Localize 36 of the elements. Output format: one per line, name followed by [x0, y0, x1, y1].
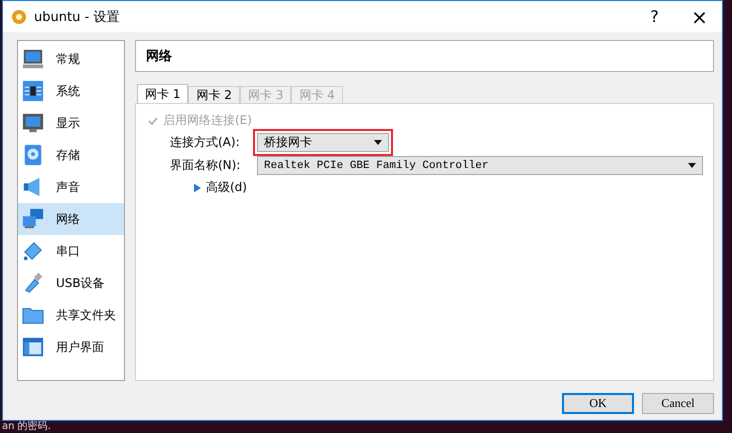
field-label: 界面名称(N):	[170, 157, 242, 174]
caret-icon	[374, 140, 382, 145]
sidebar-item[interactable]: 声音	[18, 171, 124, 203]
sidebar-item[interactable]: 常规	[18, 43, 124, 75]
tab[interactable]: 网卡 2	[188, 86, 240, 103]
close-button[interactable]: ×	[677, 1, 722, 32]
ok-button[interactable]: OK	[562, 393, 634, 414]
section-header: 网络	[135, 40, 714, 72]
sidebar-item[interactable]: 显示	[18, 107, 124, 139]
monitor-icon	[22, 48, 44, 70]
triangle-icon	[194, 182, 201, 192]
sidebar-item[interactable]: 共享文件夹	[18, 299, 124, 331]
sidebar-item[interactable]: 网络	[18, 203, 124, 235]
window-icon	[22, 336, 44, 358]
serial-port-icon	[22, 240, 44, 262]
sidebar-item[interactable]: 存储	[18, 139, 124, 171]
cancel-button[interactable]: Cancel	[642, 393, 714, 414]
sidebar-item[interactable]: 串口	[18, 235, 124, 267]
display-icon	[22, 112, 44, 134]
help-button[interactable]: ?	[632, 1, 677, 32]
chip-icon	[22, 80, 44, 102]
advanced-toggle[interactable]: 高级(d)	[194, 179, 247, 196]
checkbox-label: 启用网络连接(E)	[163, 112, 252, 129]
network-icon	[22, 208, 44, 230]
tab[interactable]: 网卡 1	[137, 84, 188, 103]
field-label: 连接方式(A):	[170, 134, 241, 151]
terminal-text: an 的密码.	[2, 421, 51, 432]
caret-icon	[688, 163, 696, 168]
dropdown[interactable]: Realtek PCIe GBE Family Controller	[257, 156, 703, 175]
window-title: ubuntu - 设置	[34, 8, 120, 26]
dropdown[interactable]: 桥接网卡	[257, 133, 389, 152]
sidebar-item[interactable]: USB设备	[18, 267, 124, 299]
gear-icon	[11, 8, 27, 24]
sidebar-item[interactable]: 用户界面	[18, 331, 124, 363]
usb-icon	[22, 272, 44, 294]
sidebar-item[interactable]: 系统	[18, 75, 124, 107]
